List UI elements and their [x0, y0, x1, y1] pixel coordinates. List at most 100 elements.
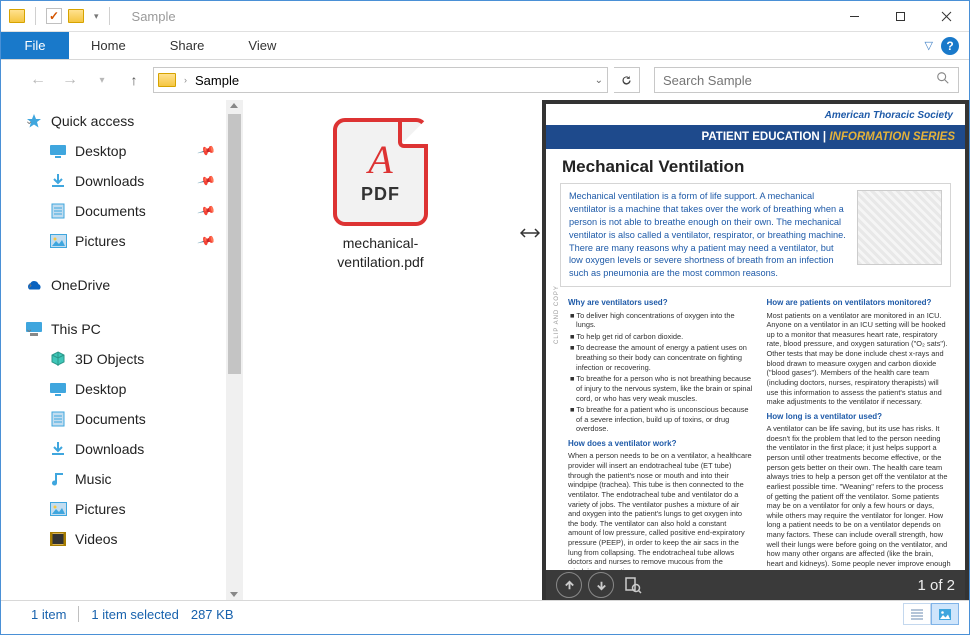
desktop-icon — [49, 143, 67, 159]
pdf-body: Why are ventilators used? ■ To deliver h… — [546, 293, 965, 570]
prev-page-button[interactable] — [556, 572, 582, 598]
thumbnails-view-button[interactable] — [931, 603, 959, 625]
tree-label: Pictures — [75, 501, 126, 517]
minimize-button[interactable] — [831, 1, 877, 32]
sidebar-item-desktop-pc[interactable]: Desktop — [21, 374, 226, 404]
tree-label: Desktop — [75, 143, 126, 159]
tree-scrollbar[interactable] — [226, 100, 243, 600]
qat-customize-icon[interactable]: ▾ — [94, 11, 99, 22]
maximize-button[interactable] — [877, 1, 923, 32]
share-tab[interactable]: Share — [148, 32, 227, 59]
pdf-title: Mechanical Ventilation — [546, 149, 965, 183]
caret-icon[interactable]: ⌄ — [25, 324, 33, 335]
file-tab[interactable]: File — [1, 32, 69, 59]
search-icon[interactable] — [936, 71, 950, 90]
preview-splitter[interactable] — [518, 100, 542, 600]
close-button[interactable] — [923, 1, 969, 32]
tree-label: Downloads — [75, 441, 144, 457]
status-bar: 1 item 1 item selected 287 KB — [1, 600, 969, 627]
sidebar-item-pictures-pc[interactable]: Pictures — [21, 494, 226, 524]
quick-access[interactable]: ⌄ Quick access — [21, 106, 226, 136]
file-item[interactable]: A PDF mechanical-ventilation.pdf — [316, 118, 446, 600]
status-selected: 1 item selected — [91, 607, 178, 622]
downloads-icon — [49, 173, 67, 189]
window-title: Sample — [132, 9, 176, 24]
tree-label: Desktop — [75, 381, 126, 397]
pdf-preview-page[interactable]: American Thoracic Society PATIENT EDUCAT… — [546, 104, 965, 570]
navigation-bar: ← → ▾ ↑ › Sample ⌄ — [1, 60, 969, 100]
caret-icon[interactable]: ⌄ — [24, 281, 35, 289]
pin-icon: 📌 — [197, 201, 217, 221]
documents-icon — [49, 411, 67, 427]
up-button[interactable]: ↑ — [121, 67, 147, 93]
back-button[interactable]: ← — [25, 67, 51, 93]
pdf-intro-box: Mechanical ventilation is a form of life… — [560, 183, 951, 287]
3d-objects-icon — [49, 351, 67, 367]
file-name: mechanical-ventilation.pdf — [316, 234, 446, 272]
next-page-button[interactable] — [588, 572, 614, 598]
view-tab[interactable]: View — [226, 32, 298, 59]
details-view-button[interactable] — [903, 603, 931, 625]
sidebar-item-this-pc[interactable]: ⌄ This PC — [21, 314, 226, 344]
sidebar-item-downloads-pc[interactable]: Downloads — [21, 434, 226, 464]
address-dropdown-icon[interactable]: ⌄ — [595, 75, 603, 86]
sidebar-item-pictures[interactable]: Pictures 📌 — [21, 226, 226, 256]
sidebar-item-documents[interactable]: Documents 📌 — [21, 196, 226, 226]
folder-icon — [158, 73, 176, 87]
pdf-illustration — [857, 190, 942, 265]
status-size: 287 KB — [191, 607, 234, 622]
recent-locations-button[interactable]: ▾ — [89, 67, 115, 93]
documents-icon — [49, 203, 67, 219]
pdf-series-banner: PATIENT EDUCATION | INFORMATION SERIES — [546, 125, 965, 149]
sidebar-item-3d[interactable]: 3D Objects — [21, 344, 226, 374]
folder-icon — [9, 9, 25, 23]
music-icon — [49, 471, 67, 487]
search-box[interactable] — [654, 67, 959, 93]
navigation-tree[interactable]: ⌄ Quick access Desktop 📌 Downloads 📌 Doc… — [1, 100, 226, 600]
home-tab[interactable]: Home — [69, 32, 148, 59]
caret-icon[interactable]: ⌄ — [25, 116, 33, 127]
main-content: ⌄ Quick access Desktop 📌 Downloads 📌 Doc… — [1, 100, 969, 600]
qat-properties-icon[interactable]: ✓ — [46, 8, 62, 24]
refresh-button[interactable] — [614, 67, 640, 93]
address-bar[interactable]: › Sample ⌄ — [153, 67, 608, 93]
file-list[interactable]: A PDF mechanical-ventilation.pdf — [243, 100, 518, 600]
tree-label: Documents — [75, 203, 146, 219]
sidebar-item-desktop[interactable]: Desktop 📌 — [21, 136, 226, 166]
sidebar-item-videos[interactable]: Videos — [21, 524, 226, 554]
tree-label: Pictures — [75, 233, 126, 249]
help-button[interactable]: ? — [941, 37, 959, 55]
sidebar-item-music[interactable]: Music — [21, 464, 226, 494]
tree-label: Downloads — [75, 173, 144, 189]
chevron-right-icon[interactable]: › — [180, 75, 191, 85]
sidebar-item-onedrive[interactable]: ⌄ OneDrive — [21, 270, 226, 300]
tree-label: Quick access — [51, 113, 134, 129]
tree-label: This PC — [51, 321, 101, 337]
tree-label: Documents — [75, 411, 146, 427]
ribbon-expand-icon[interactable]: ▽ — [925, 39, 933, 52]
title-bar: ✓ ▾ Sample — [1, 1, 969, 32]
qat-newfolder-icon[interactable] — [68, 9, 84, 23]
fit-page-button[interactable] — [620, 572, 646, 598]
preview-toolbar: 1 of 2 — [546, 570, 965, 600]
tree-label: Videos — [75, 531, 118, 547]
status-item-count: 1 item — [31, 607, 66, 622]
pdf-file-icon: A PDF — [333, 118, 428, 226]
pin-icon: 📌 — [197, 231, 217, 251]
page-indicator: 1 of 2 — [917, 577, 955, 594]
address-segment[interactable]: Sample — [195, 73, 239, 88]
sidebar-item-documents-pc[interactable]: Documents — [21, 404, 226, 434]
pin-icon: 📌 — [197, 141, 217, 161]
pdf-intro-text: Mechanical ventilation is a form of life… — [569, 190, 849, 280]
sidebar-item-downloads[interactable]: Downloads 📌 — [21, 166, 226, 196]
preview-pane: American Thoracic Society PATIENT EDUCAT… — [542, 100, 969, 600]
tree-label: 3D Objects — [75, 351, 144, 367]
pdf-org: American Thoracic Society — [546, 104, 965, 125]
ribbon: File Home Share View ▽ ? — [1, 32, 969, 60]
pin-icon: 📌 — [197, 171, 217, 191]
clip-and-copy-label: CLIP AND COPY — [554, 285, 560, 344]
forward-button[interactable]: → — [57, 67, 83, 93]
pictures-icon — [49, 233, 67, 249]
search-input[interactable] — [663, 73, 936, 88]
downloads-icon — [49, 441, 67, 457]
